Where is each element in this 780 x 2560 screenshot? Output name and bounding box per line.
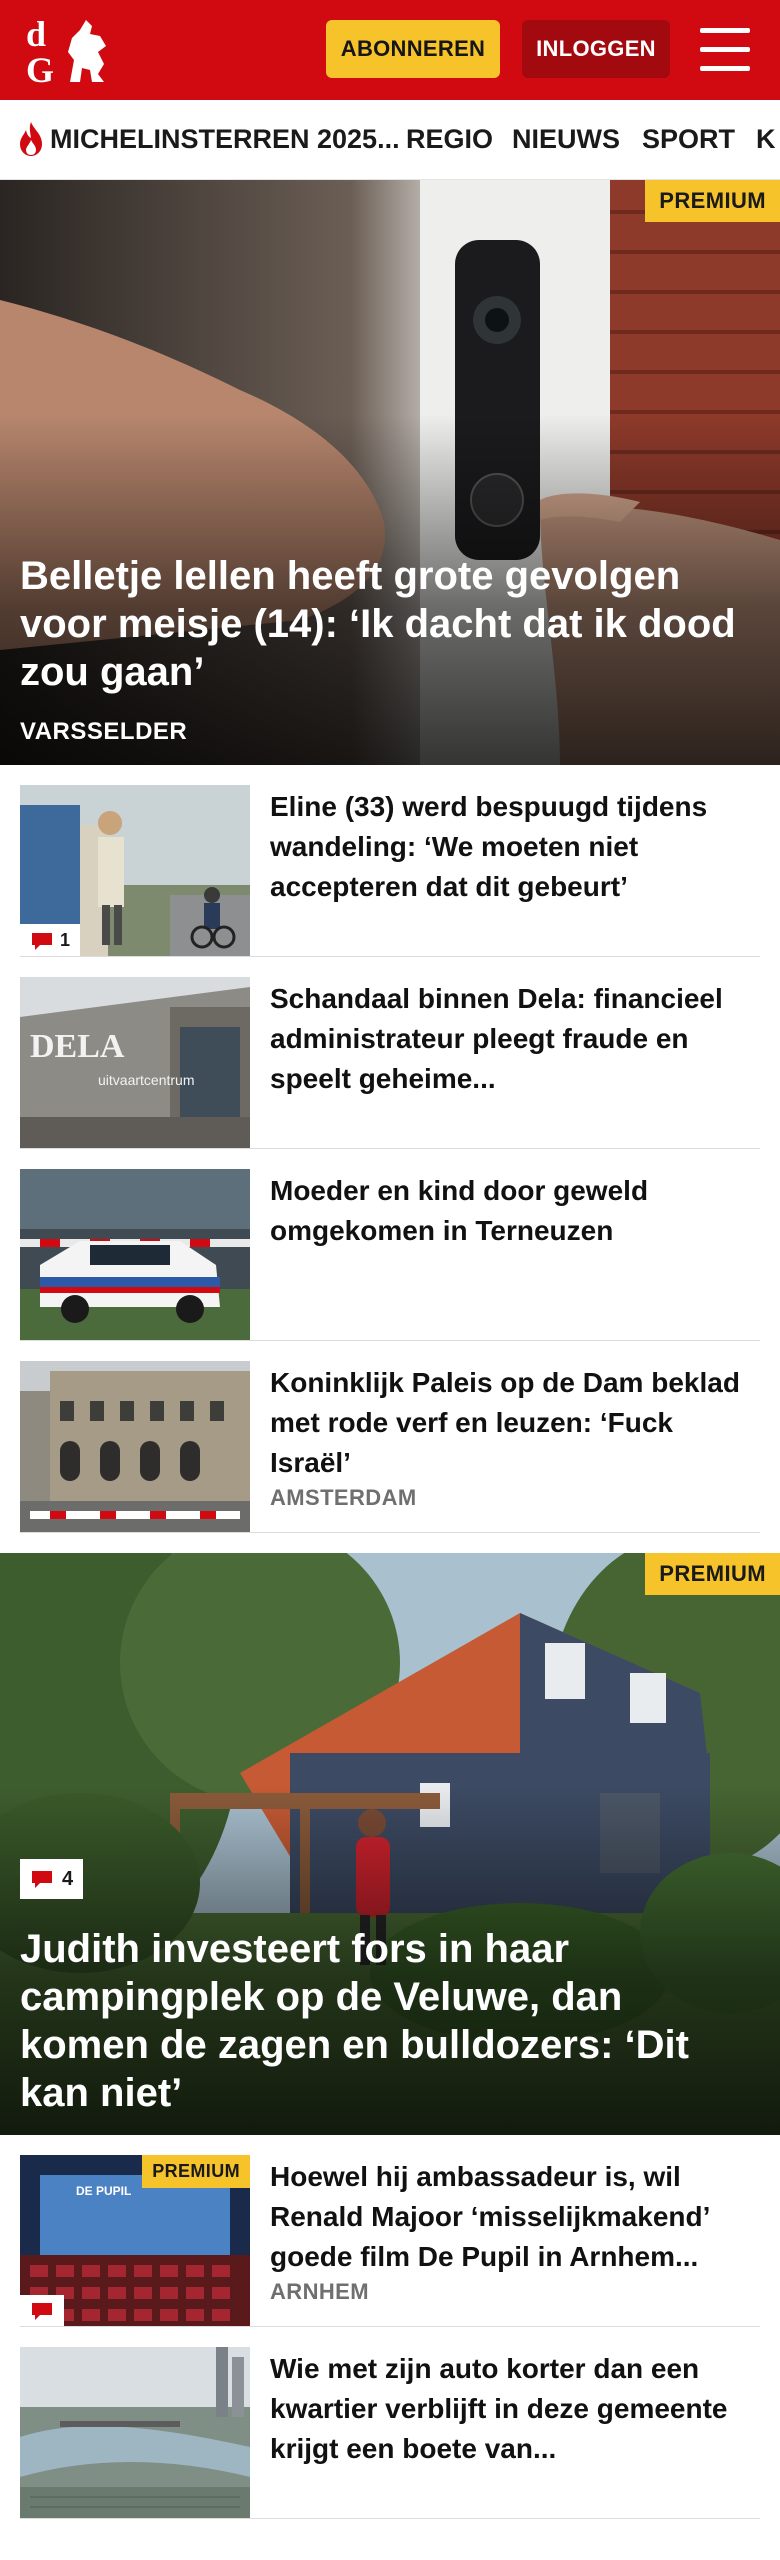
list-divider — [20, 1340, 760, 1341]
article-thumbnail — [20, 2347, 250, 2519]
hero-article-camping[interactable]: PREMIUM 4 Judith investeert fors in haar… — [0, 1553, 780, 2135]
list-divider — [20, 956, 760, 957]
logo-horse-icon — [68, 20, 106, 82]
subscribe-button[interactable]: ABONNEREN — [326, 20, 500, 78]
comment-icon — [32, 932, 52, 950]
nav-item-michelinsterren[interactable]: MICHELINSTERREN 2025... — [50, 124, 400, 155]
list-item[interactable]: Wie met zijn auto korter dan een kwartie… — [20, 2347, 760, 2519]
article-thumbnail: DELA uitvaartcentrum — [20, 977, 250, 1149]
nav-item-regio[interactable]: REGIO — [406, 124, 493, 155]
nav-item-sport[interactable]: SPORT — [642, 124, 735, 155]
section-nav: MICHELINSTERREN 2025... REGIO NIEUWS SPO… — [0, 100, 780, 180]
article-location: ARNHEM — [270, 2279, 369, 2304]
list-item[interactable]: Koninklijk Paleis op de Dam beklad met r… — [20, 1361, 760, 1533]
list-item[interactable]: Moeder en kind door geweld omgekomen in … — [20, 1169, 760, 1341]
article-thumbnail: DE PUPIL PREMIUM — [20, 2155, 250, 2327]
logo-letter-g: G — [26, 50, 54, 88]
thumb-text: DE PUPIL — [76, 2184, 131, 2198]
hero-article-doorbell[interactable]: PREMIUM Belletje lellen heeft grote gevo… — [0, 180, 780, 765]
article-thumbnail: 1 — [20, 785, 250, 957]
flame-icon — [16, 120, 46, 158]
comment-count-badge: 4 — [20, 1859, 84, 1899]
comment-icon — [32, 2303, 52, 2320]
site-logo[interactable]: d G — [20, 12, 120, 88]
top-header: d G ABONNEREN INLOGGEN — [0, 0, 780, 100]
premium-badge: PREMIUM — [645, 1553, 780, 1595]
list-divider — [20, 1148, 760, 1149]
comment-count-badge — [20, 2295, 64, 2327]
list-item[interactable]: DE PUPIL PREMIUM Hoewel hij ambassadeur … — [20, 2155, 760, 2327]
nav-item-partial[interactable]: K — [756, 124, 776, 155]
login-button[interactable]: INLOGGEN — [522, 20, 670, 78]
thumb-text: DELA — [30, 1028, 125, 1065]
article-title[interactable]: Hoewel hij ambassadeur is, wil Renald Ma… — [270, 2157, 760, 2277]
article-location: AMSTERDAM — [270, 1485, 417, 1510]
list-divider — [20, 2326, 760, 2327]
article-title[interactable]: Koninklijk Paleis op de Dam beklad met r… — [270, 1363, 760, 1483]
logo-letter-d: d — [26, 14, 46, 54]
premium-badge: PREMIUM — [142, 2155, 250, 2188]
thumb-subtext: uitvaartcentrum — [98, 1072, 194, 1088]
comment-count: 1 — [60, 930, 71, 950]
comment-count: 4 — [62, 1867, 74, 1890]
hero-location: VARSSELDER — [20, 718, 188, 745]
nav-item-nieuws[interactable]: NIEUWS — [512, 124, 620, 155]
list-divider — [20, 1532, 760, 1533]
article-thumbnail — [20, 1361, 250, 1533]
comment-icon — [32, 1871, 52, 1888]
article-thumbnail — [20, 1169, 250, 1341]
premium-badge: PREMIUM — [645, 180, 780, 222]
hamburger-icon[interactable] — [700, 28, 750, 72]
list-divider — [20, 2518, 760, 2519]
list-item[interactable]: DELA uitvaartcentrum Schandaal binnen De… — [20, 977, 760, 1149]
article-title[interactable]: Eline (33) werd bespuugd tijdens wandeli… — [270, 787, 760, 907]
hero-title[interactable]: Belletje lellen heeft grote gevolgen voo… — [20, 552, 760, 696]
article-title[interactable]: Schandaal binnen Dela: financieel admini… — [270, 979, 760, 1099]
article-title[interactable]: Moeder en kind door geweld omgekomen in … — [270, 1171, 760, 1251]
article-title[interactable]: Wie met zijn auto korter dan een kwartie… — [270, 2349, 760, 2469]
list-item[interactable]: 1 Eline (33) werd bespuugd tijdens wande… — [20, 785, 760, 957]
comment-count-badge: 1 — [20, 924, 81, 957]
hero-title[interactable]: Judith investeert fors in haar campingpl… — [20, 1925, 760, 2117]
